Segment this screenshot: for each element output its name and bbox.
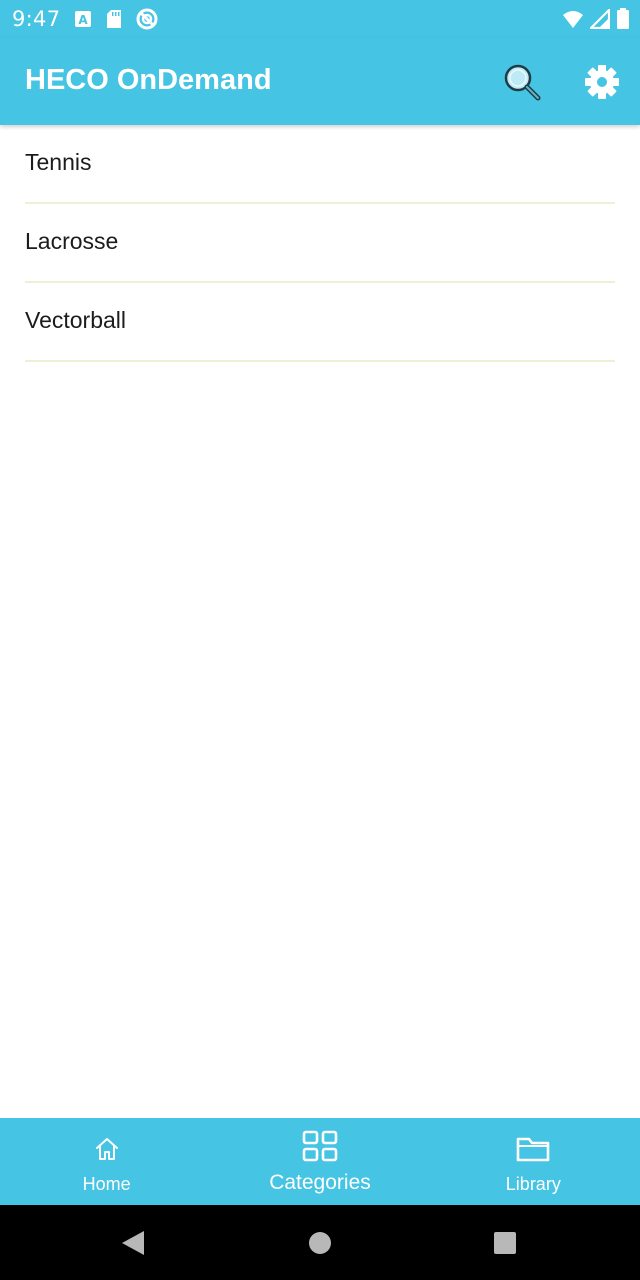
nav-label-categories: Categories — [269, 1171, 371, 1194]
sd-card-icon — [106, 9, 122, 34]
font-a-icon: A — [74, 10, 92, 33]
battery-icon — [616, 8, 630, 35]
wifi-icon — [562, 9, 584, 34]
gear-icon — [585, 65, 619, 99]
back-button[interactable] — [118, 1229, 146, 1257]
recents-square-icon — [494, 1232, 516, 1254]
grid-icon — [302, 1130, 338, 1162]
status-icons-left: A — [74, 8, 158, 35]
app-title: HECO OnDemand — [25, 64, 272, 96]
status-time: 9:47 — [12, 7, 61, 31]
system-nav-bar — [0, 1205, 640, 1280]
category-list: Tennis Lacrosse Vectorball — [0, 125, 640, 362]
status-bar: 9:47 A — [0, 0, 640, 38]
back-icon — [122, 1231, 144, 1255]
list-item-label: Lacrosse — [25, 228, 119, 254]
nav-label-library: Library — [505, 1174, 561, 1194]
screen: 9:47 A HECO OnDemand Tennis Lacrosse Vec… — [0, 0, 640, 1280]
list-item-vectorball[interactable]: Vectorball — [25, 283, 615, 362]
list-item-label: Tennis — [25, 149, 92, 175]
svg-text:A: A — [78, 13, 88, 27]
status-icons-right — [562, 7, 630, 35]
nav-item-home[interactable]: Home — [0, 1118, 213, 1205]
bottom-nav: Home Categories Library — [0, 1118, 640, 1205]
home-system-button[interactable] — [306, 1229, 334, 1257]
recents-button[interactable] — [491, 1229, 519, 1257]
no-disturb-icon — [136, 8, 158, 35]
folder-icon — [517, 1137, 550, 1162]
settings-button[interactable] — [582, 62, 622, 102]
app-bar: HECO OnDemand — [0, 38, 640, 125]
search-icon — [504, 64, 541, 101]
nav-item-categories[interactable]: Categories — [213, 1118, 426, 1205]
nav-label-home: Home — [82, 1174, 131, 1194]
list-item-tennis[interactable]: Tennis — [25, 125, 615, 204]
nav-item-library[interactable]: Library — [427, 1118, 640, 1205]
list-item-label: Vectorball — [25, 307, 127, 333]
list-item-lacrosse[interactable]: Lacrosse — [25, 204, 615, 283]
home-icon — [95, 1138, 118, 1160]
cell-signal-icon — [588, 7, 611, 34]
search-button[interactable] — [500, 60, 544, 104]
home-circle-icon — [309, 1232, 331, 1254]
